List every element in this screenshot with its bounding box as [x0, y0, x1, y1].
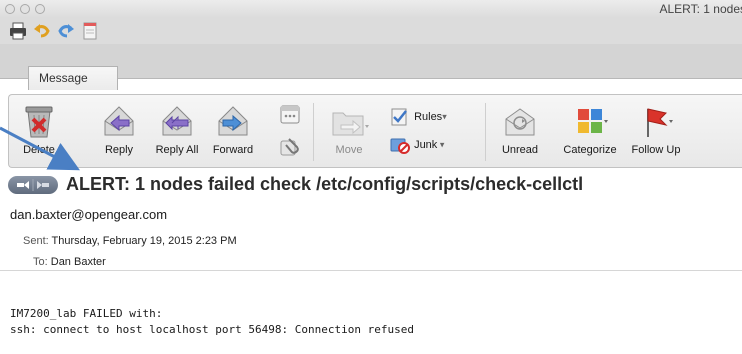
reply-all-icon: [162, 106, 192, 136]
junk-icon: [390, 138, 410, 154]
body-line: IM7200_lab FAILED with:: [10, 307, 163, 320]
ribbon-toolbar: Delete Reply Reply All Forward Move Rule…: [8, 94, 742, 168]
sent-key: Sent:: [23, 235, 49, 247]
categorize-label: Categorize: [563, 144, 617, 156]
to-key: To:: [33, 256, 48, 268]
reply-button[interactable]: Reply: [97, 101, 141, 156]
delete-label: Delete: [23, 144, 55, 156]
categorize-icon: [578, 109, 608, 133]
printer-icon[interactable]: [8, 21, 28, 41]
sender-address[interactable]: dan.baxter@opengear.com: [10, 207, 167, 222]
unread-envelope-icon: [505, 108, 535, 136]
sent-row: Sent: Thursday, February 19, 2015 2:23 P…: [23, 235, 237, 247]
message-body: IM7200_lab FAILED with: ssh: connect to h…: [10, 306, 414, 338]
follow-up-flag-icon: [647, 108, 673, 137]
calendar-icon[interactable]: [279, 103, 301, 130]
rules-icon: [391, 108, 407, 126]
rules-label: Rules: [414, 111, 443, 123]
ribbon-tab-strip: Message: [0, 44, 742, 90]
redo-icon[interactable]: [56, 21, 76, 41]
sent-value: Thursday, February 19, 2015 2:23 PM: [51, 235, 237, 247]
title-bar: ALERT: 1 nodes: [0, 0, 742, 18]
forward-button[interactable]: Forward: [205, 101, 261, 156]
follow-up-button[interactable]: Follow Up: [627, 101, 685, 156]
attachment-icon[interactable]: [279, 135, 301, 162]
small-actions-group: [279, 103, 303, 163]
unread-button[interactable]: Unread: [495, 101, 545, 156]
move-button[interactable]: Move: [323, 101, 375, 156]
forward-icon: [218, 106, 248, 136]
unread-label: Unread: [501, 144, 539, 156]
follow-up-label: Follow Up: [631, 144, 681, 156]
junk-button[interactable]: Junk ▾: [389, 135, 444, 155]
note-icon[interactable]: [80, 21, 100, 41]
tab-message[interactable]: Message: [28, 66, 118, 90]
next-message-icon[interactable]: [37, 181, 42, 189]
message-subject: ALERT: 1 nodes failed check /etc/config/…: [66, 174, 584, 194]
undo-icon[interactable]: [32, 21, 52, 41]
delete-button[interactable]: Delete: [15, 101, 63, 156]
mail-window: ALERT: 1 nodes Message Delete Reply Repl…: [0, 0, 742, 354]
message-subject-row: ALERT: 1 nodes failed check /etc/config/…: [0, 172, 742, 202]
rules-button[interactable]: Rules▾: [389, 107, 447, 127]
move-label: Move: [335, 144, 363, 156]
message-navigation-control[interactable]: [8, 176, 58, 194]
previous-message-icon[interactable]: [24, 181, 29, 189]
quick-access-toolbar: [0, 18, 742, 44]
to-recipient[interactable]: Dan Baxter: [51, 256, 106, 268]
minimize-window-button[interactable]: [20, 4, 30, 14]
trash-icon: [25, 106, 53, 138]
reply-all-button[interactable]: Reply All: [149, 101, 205, 156]
zoom-window-button[interactable]: [35, 4, 45, 14]
window-title: ALERT: 1 nodes: [659, 2, 742, 16]
forward-label: Forward: [212, 144, 254, 156]
to-row: To: Dan Baxter: [33, 256, 106, 268]
ribbon-separator: [313, 103, 314, 161]
junk-label: Junk: [414, 139, 438, 151]
close-window-button[interactable]: [5, 4, 15, 14]
reply-label: Reply: [104, 144, 134, 156]
folder-move-icon: [332, 112, 369, 136]
tab-message-label: Message: [39, 71, 88, 85]
categorize-button[interactable]: Categorize: [557, 101, 623, 156]
ribbon-separator: [485, 103, 486, 161]
body-line: ssh: connect to host localhost port 5649…: [10, 323, 414, 336]
reply-icon: [104, 106, 134, 136]
reply-all-label: Reply All: [155, 144, 199, 156]
header-divider: [0, 270, 742, 271]
